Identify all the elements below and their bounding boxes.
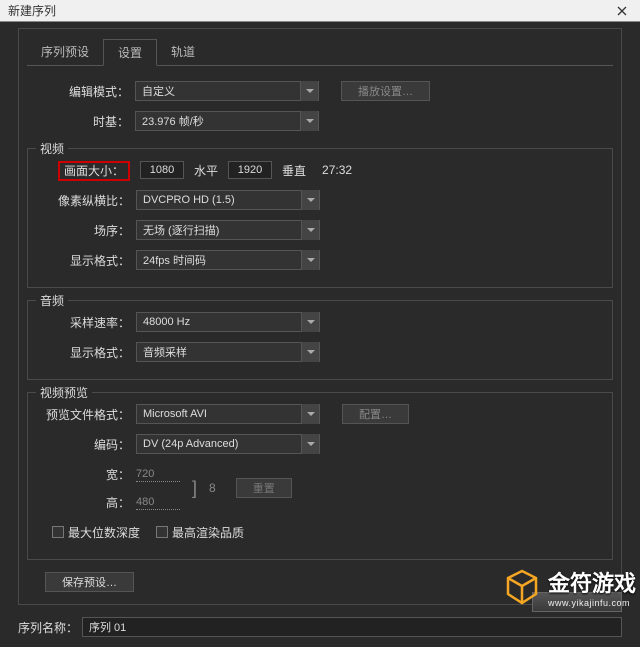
audio-display-value: 音频采样 [143, 344, 187, 360]
edit-mode-value: 自定义 [142, 83, 175, 99]
fields-label: 场序： [34, 222, 136, 239]
video-section: 视频 画面大小： 水平 垂直 27:32 像素纵横比： DVCPRO HD (1… [27, 148, 613, 288]
frame-size-label: 画面大小： [58, 161, 130, 181]
close-button[interactable] [604, 0, 640, 22]
watermark: 金符游戏 www.yikajinfu.com [502, 566, 636, 608]
vertical-label: 垂直 [282, 162, 306, 179]
preview-section-title: 视频预览 [36, 384, 92, 401]
edit-mode-label: 编辑模式： [27, 83, 135, 100]
video-section-title: 视频 [36, 140, 68, 157]
sample-rate-value: 48000 Hz [143, 316, 190, 328]
preview-width-input[interactable] [136, 466, 180, 482]
chevron-down-icon [301, 312, 319, 332]
playback-settings-button[interactable]: 播放设置… [341, 81, 430, 101]
edit-mode-select[interactable]: 自定义 [135, 81, 319, 101]
link-indicator[interactable]: 8 [209, 481, 216, 495]
sample-rate-label: 采样速率： [34, 314, 136, 331]
video-display-label: 显示格式： [34, 252, 136, 269]
tabs: 序列预设 设置 轨道 [27, 39, 613, 66]
preview-file-label: 预览文件格式： [34, 406, 136, 423]
chevron-down-icon [300, 81, 318, 101]
close-icon [617, 6, 627, 16]
chevron-down-icon [301, 434, 319, 454]
preview-section: 视频预览 预览文件格式： Microsoft AVI 配置… 编码： DV (2… [27, 392, 613, 560]
max-bit-depth-checkbox[interactable]: 最大位数深度 [52, 524, 140, 541]
max-bit-depth-label: 最大位数深度 [68, 524, 140, 541]
video-display-select[interactable]: 24fps 时间码 [136, 250, 320, 270]
par-value: DVCPRO HD (1.5) [143, 194, 235, 206]
tab-tracks[interactable]: 轨道 [157, 39, 209, 65]
chevron-down-icon [301, 220, 319, 240]
timebase-label: 时基： [27, 113, 135, 130]
tab-settings[interactable]: 设置 [103, 39, 157, 66]
preview-width-label: 宽： [34, 466, 136, 483]
audio-section-title: 音频 [36, 292, 68, 309]
chevron-down-icon [300, 111, 318, 131]
sequence-name-label: 序列名称： [18, 619, 82, 636]
preview-height-label: 高： [34, 494, 136, 511]
preview-file-value: Microsoft AVI [143, 408, 207, 420]
timebase-value: 23.976 帧/秒 [142, 113, 204, 129]
audio-display-select[interactable]: 音频采样 [136, 342, 320, 362]
chevron-down-icon [301, 404, 319, 424]
link-bracket-icon: ] [192, 479, 197, 497]
reset-button[interactable]: 重置 [236, 478, 292, 498]
window-title: 新建序列 [8, 2, 56, 19]
max-render-quality-label: 最高渲染品质 [172, 524, 244, 541]
config-button[interactable]: 配置… [342, 404, 409, 424]
tab-preset[interactable]: 序列预设 [27, 39, 103, 65]
par-select[interactable]: DVCPRO HD (1.5) [136, 190, 320, 210]
watermark-title: 金符游戏 [548, 566, 636, 598]
cube-icon [502, 567, 542, 607]
frame-width-input[interactable] [140, 161, 184, 179]
max-render-quality-checkbox[interactable]: 最高渲染品质 [156, 524, 244, 541]
preview-height-input[interactable] [136, 494, 180, 510]
horizontal-label: 水平 [194, 162, 218, 179]
aspect-ratio: 27:32 [322, 163, 352, 177]
codec-label: 编码： [34, 436, 136, 453]
video-display-value: 24fps 时间码 [143, 252, 206, 268]
codec-select[interactable]: DV (24p Advanced) [136, 434, 320, 454]
chevron-down-icon [301, 190, 319, 210]
audio-display-label: 显示格式： [34, 344, 136, 361]
chevron-down-icon [301, 250, 319, 270]
checkbox-icon [156, 526, 168, 538]
chevron-down-icon [301, 342, 319, 362]
sample-rate-select[interactable]: 48000 Hz [136, 312, 320, 332]
timebase-select[interactable]: 23.976 帧/秒 [135, 111, 319, 131]
fields-value: 无场 (逐行扫描) [143, 222, 219, 238]
codec-value: DV (24p Advanced) [143, 438, 238, 450]
audio-section: 音频 采样速率： 48000 Hz 显示格式： 音频采样 [27, 300, 613, 380]
sequence-name-input[interactable] [82, 617, 622, 637]
fields-select[interactable]: 无场 (逐行扫描) [136, 220, 320, 240]
par-label: 像素纵横比： [34, 192, 136, 209]
save-preset-button[interactable]: 保存预设… [45, 572, 134, 592]
watermark-url: www.yikajinfu.com [548, 598, 636, 608]
frame-height-input[interactable] [228, 161, 272, 179]
preview-file-select[interactable]: Microsoft AVI [136, 404, 320, 424]
checkbox-icon [52, 526, 64, 538]
